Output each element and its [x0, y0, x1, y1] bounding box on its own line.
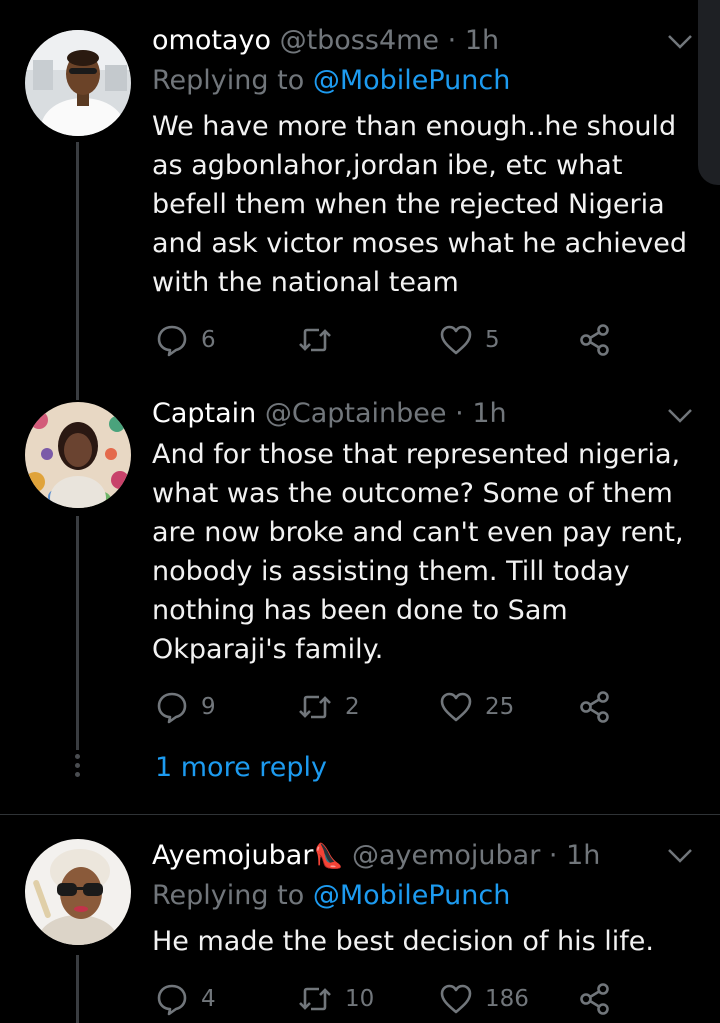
like-count: 25: [485, 694, 515, 720]
high-heel-emoji: 👠: [313, 842, 344, 870]
replying-to-mention[interactable]: @MobilePunch: [313, 880, 511, 911]
heart-icon: [440, 692, 472, 722]
separator-dot: ·: [548, 840, 558, 871]
tweet-omotayo[interactable]: omotayo @tboss4me · 1h Replying to @Mobi…: [0, 0, 720, 390]
share-icon: [580, 983, 609, 1015]
avatar-photo-ayemojubar: [25, 839, 131, 945]
tweet-ayemojubar[interactable]: Ayemojubar👠 @ayemojubar · 1h Replying to…: [0, 815, 720, 1023]
thread-line-top: [76, 390, 79, 400]
thread-line: [76, 955, 79, 1023]
share-button[interactable]: [579, 979, 611, 1019]
heart-icon: [440, 984, 472, 1014]
avatar-photo-omotayo: [25, 30, 131, 136]
more-replies-dots: [75, 754, 80, 781]
tweet-text: We have more than enough..he should as a…: [152, 111, 688, 298]
heart-icon: [440, 325, 472, 355]
retweet-icon: [299, 695, 331, 719]
reply-count: 9: [201, 694, 216, 720]
retweet-icon: [299, 328, 331, 352]
reply-button[interactable]: 4: [155, 979, 216, 1019]
more-replies-link[interactable]: 1 more reply: [155, 752, 327, 783]
like-button[interactable]: 186: [439, 979, 529, 1019]
retweet-count: 10: [345, 986, 375, 1012]
reply-icon: [157, 692, 187, 724]
tweet-actions: 4 10 186: [155, 979, 625, 1019]
timestamp[interactable]: 1h: [472, 398, 506, 429]
retweet-icon: [299, 987, 331, 1011]
thread-line: [76, 142, 79, 390]
tweet-header: Captain @Captainbee · 1h: [152, 397, 507, 431]
avatar[interactable]: [25, 30, 131, 136]
display-name[interactable]: omotayo: [152, 25, 271, 56]
tweet-text: He made the best decision of his life.: [152, 926, 655, 957]
like-button[interactable]: 25: [439, 687, 514, 727]
avatar[interactable]: [25, 402, 131, 508]
avatar-photo-captain: [25, 402, 131, 508]
reply-button[interactable]: 9: [155, 687, 216, 727]
chevron-down-icon[interactable]: [666, 406, 694, 426]
replying-to: Replying to @MobilePunch: [152, 64, 510, 98]
replying-to-label: Replying to: [152, 65, 305, 96]
tweet-text: And for those that represented nigeria, …: [152, 439, 684, 665]
reply-icon: [157, 984, 187, 1016]
retweet-button[interactable]: 2: [297, 687, 360, 727]
avatar[interactable]: [25, 839, 131, 945]
tweet-actions: 6 5: [155, 320, 625, 360]
replying-to-mention[interactable]: @MobilePunch: [313, 65, 511, 96]
chevron-down-icon[interactable]: [666, 846, 694, 866]
reply-count: 4: [201, 986, 216, 1012]
replying-to: Replying to @MobilePunch: [152, 879, 510, 913]
handle[interactable]: @ayemojubar: [352, 840, 540, 871]
tweet-captain[interactable]: Captain @Captainbee · 1h And for those t…: [0, 390, 720, 814]
separator-dot: ·: [447, 25, 457, 56]
reply-icon: [157, 325, 187, 357]
display-name[interactable]: Captain: [152, 398, 256, 429]
tweet-header: Ayemojubar👠 @ayemojubar · 1h: [152, 839, 600, 873]
retweet-button[interactable]: [297, 320, 345, 360]
replying-to-label: Replying to: [152, 880, 305, 911]
like-count: 5: [485, 327, 500, 353]
tweet-actions: 9 2 25: [155, 687, 625, 727]
reply-count: 6: [201, 327, 216, 353]
reply-button[interactable]: 6: [155, 320, 216, 360]
separator-dot: ·: [455, 398, 464, 429]
timestamp[interactable]: 1h: [566, 840, 600, 871]
share-button[interactable]: [579, 320, 611, 360]
retweet-button[interactable]: 10: [297, 979, 374, 1019]
chevron-down-icon[interactable]: [666, 32, 694, 52]
tweet-header: omotayo @tboss4me · 1h: [152, 24, 499, 58]
like-button[interactable]: 5: [439, 320, 500, 360]
handle[interactable]: @tboss4me: [280, 25, 439, 56]
handle[interactable]: @Captainbee: [265, 398, 447, 429]
share-icon: [580, 691, 609, 723]
share-button[interactable]: [579, 687, 611, 727]
share-icon: [580, 324, 609, 356]
like-count: 186: [485, 986, 529, 1012]
display-name[interactable]: Ayemojubar: [152, 840, 313, 871]
thread-line: [76, 516, 79, 750]
timestamp[interactable]: 1h: [465, 25, 499, 56]
retweet-count: 2: [345, 694, 360, 720]
